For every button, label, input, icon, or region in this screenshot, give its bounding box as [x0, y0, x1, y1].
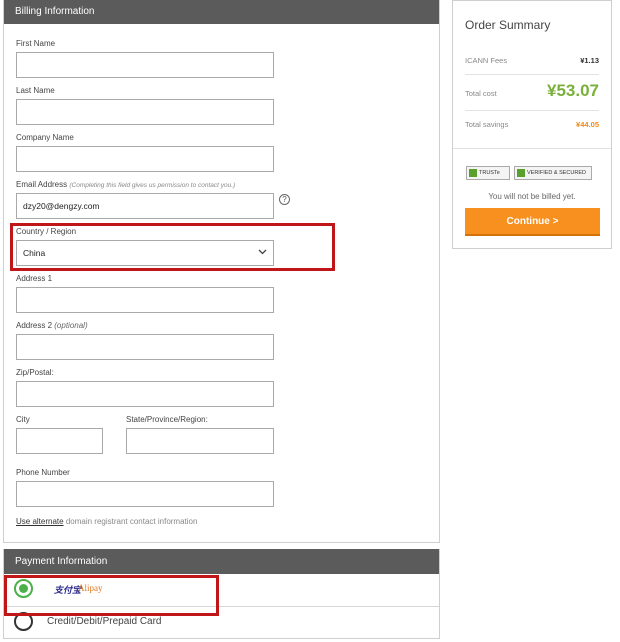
address2-optional: (optional) [54, 321, 88, 330]
country-highlight [10, 223, 335, 271]
company-label: Company Name [16, 133, 74, 142]
not-billed-note: You will not be billed yet. [488, 192, 576, 201]
total-cost-row: Total cost ¥53.07 [465, 81, 599, 100]
help-icon[interactable]: ? [279, 194, 290, 205]
alternate-contact-text: Use alternate domain registrant contact … [16, 517, 197, 526]
total-cost-label: Total cost [465, 89, 497, 98]
divider [465, 74, 599, 75]
order-summary-title: Order Summary [465, 18, 551, 32]
divider [453, 148, 611, 149]
state-field[interactable] [126, 428, 274, 454]
zip-label: Zip/Postal: [16, 368, 54, 377]
use-alternate-link[interactable]: Use alternate [16, 517, 64, 526]
total-savings-label: Total savings [465, 120, 509, 129]
last-name-label: Last Name [16, 86, 55, 95]
alipay-highlight [4, 575, 219, 616]
email-label: Email Address (Completing this field giv… [16, 180, 235, 189]
truste-badge: TRUSTe [466, 166, 510, 180]
email-hint: (Completing this field gives us permissi… [69, 182, 236, 189]
city-label: City [16, 415, 30, 424]
company-field[interactable] [16, 146, 274, 172]
card-label: Credit/Debit/Prepaid Card [47, 616, 162, 627]
alternate-contact-rest: domain registrant contact information [63, 517, 198, 526]
verified-secured-badge: VERIFIED & SECURED [514, 166, 592, 180]
truste-icon [469, 169, 477, 177]
truste-label: TRUSTe [479, 170, 500, 176]
payment-header: Payment Information [4, 549, 439, 574]
verified-icon [517, 169, 525, 177]
first-name-label: First Name [16, 39, 56, 48]
total-savings-value: ¥44.05 [576, 120, 599, 129]
first-name-field[interactable] [16, 52, 274, 78]
phone-label: Phone Number [16, 468, 70, 477]
zip-field[interactable] [16, 381, 274, 407]
address2-field[interactable] [16, 334, 274, 360]
billing-panel: Billing Information First Name Last Name… [3, 0, 440, 543]
divider [465, 110, 599, 111]
city-field[interactable] [16, 428, 103, 454]
verified-label: VERIFIED & SECURED [527, 170, 586, 176]
total-cost-value: ¥53.07 [547, 81, 599, 100]
billing-header: Billing Information [4, 0, 439, 24]
phone-field[interactable] [16, 481, 274, 507]
continue-button[interactable]: Continue > [465, 208, 600, 236]
icann-fees-value: ¥1.13 [580, 56, 599, 65]
icann-fees-label: ICANN Fees [465, 56, 508, 65]
state-label: State/Province/Region: [126, 415, 208, 424]
address1-field[interactable] [16, 287, 274, 313]
last-name-field[interactable] [16, 99, 274, 125]
email-field[interactable]: dzy20@dengzy.com [16, 193, 274, 219]
address1-label: Address 1 [16, 274, 53, 283]
address2-label-text: Address 2 [16, 321, 53, 330]
total-savings-row: Total savings ¥44.05 [465, 120, 599, 129]
icann-fees-row: ICANN Fees ¥1.13 [465, 56, 599, 65]
order-summary-panel: Order Summary ICANN Fees ¥1.13 Total cos… [452, 0, 612, 249]
email-label-text: Email Address [16, 180, 68, 189]
address2-label: Address 2 (optional) [16, 321, 88, 330]
